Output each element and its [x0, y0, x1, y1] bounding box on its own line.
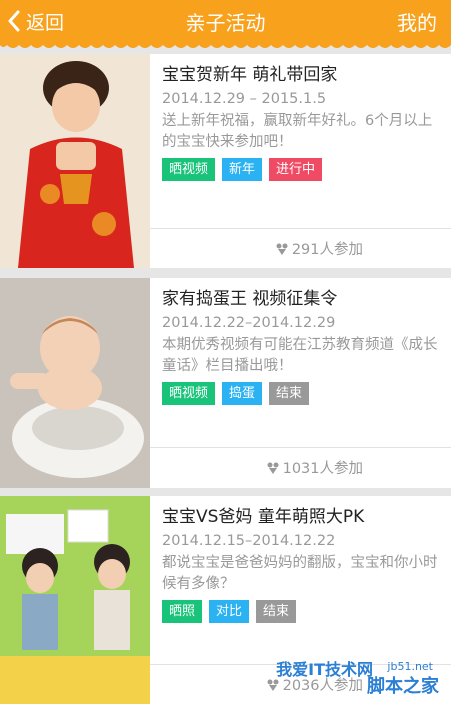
activity-title: 家有捣蛋王 视频征集令	[162, 289, 338, 309]
tag[interactable]: 捣蛋	[222, 382, 263, 405]
tag[interactable]: 晒视频	[162, 158, 216, 181]
card-divider	[150, 228, 451, 229]
activity-date: 2014.12.22–2014.12.29	[162, 315, 336, 331]
watermark-line3: 脚本之家	[367, 676, 439, 697]
mine-button[interactable]: 我的	[397, 7, 437, 36]
tag[interactable]: 新年	[222, 158, 263, 181]
tag-list: 晒视频 新年 进行中	[162, 158, 441, 181]
activity-info: 家有捣蛋王 视频征集令 2014.12.22–2014.12.29 本期优秀视频…	[162, 278, 441, 405]
watermark: 我爱IT技术网 jb51.net 脚本之家	[249, 636, 439, 698]
activity-date: 2014.12.29 – 2015.1.5	[162, 91, 327, 107]
activity-description: 都说宝宝是爸爸妈妈的翻版，宝宝和你小时候有多像？	[162, 555, 438, 592]
participants-count: 1031人参加	[266, 457, 363, 478]
tag[interactable]: 晒视频	[162, 382, 216, 405]
tag[interactable]: 对比	[209, 600, 250, 623]
people-icon	[276, 243, 288, 255]
card-divider	[150, 447, 451, 448]
activity-thumbnail	[0, 278, 150, 488]
tag[interactable]: 结束	[269, 382, 310, 405]
activity-thumbnail	[0, 496, 150, 704]
watermark-line1: 我爱IT技术网	[276, 660, 373, 679]
activity-description: 本期优秀视频有可能在江苏教育频道《成长童话》栏目播出哦！	[162, 337, 438, 374]
activity-title: 宝宝VS爸妈 童年萌照大PK	[162, 507, 365, 527]
activity-description: 送上新年祝福，赢取新年好礼。6个月以上的宝宝快来参加吧！	[162, 113, 433, 150]
activity-title: 宝宝贺新年 萌礼带回家	[162, 65, 338, 85]
tag-list: 晒视频 捣蛋 结束	[162, 382, 441, 405]
people-icon	[267, 462, 279, 474]
activity-card[interactable]: 宝宝贺新年 萌礼带回家 2014.12.29 – 2015.1.5 送上新年祝福…	[0, 54, 451, 268]
tag[interactable]: 结束	[256, 600, 297, 623]
activity-info: 宝宝VS爸妈 童年萌照大PK 2014.12.15–2014.12.22 都说宝…	[162, 496, 441, 623]
app-header: 返回 亲子活动 我的	[0, 0, 451, 44]
participants-label: 1031人参加	[282, 461, 363, 477]
page-title: 亲子活动	[185, 11, 266, 35]
tag-list: 晒照 对比 结束	[162, 600, 441, 623]
activity-info: 宝宝贺新年 萌礼带回家 2014.12.29 – 2015.1.5 送上新年祝福…	[162, 54, 441, 181]
activity-card[interactable]: 家有捣蛋王 视频征集令 2014.12.22–2014.12.29 本期优秀视频…	[0, 278, 451, 488]
activity-date: 2014.12.15–2014.12.22	[162, 533, 336, 549]
tag[interactable]: 进行中	[269, 158, 323, 181]
participants-count: 291人参加	[275, 238, 363, 259]
tag[interactable]: 晒照	[162, 600, 203, 623]
participants-label: 291人参加	[291, 242, 363, 258]
header-scallop	[0, 41, 451, 48]
activity-thumbnail	[0, 54, 150, 268]
